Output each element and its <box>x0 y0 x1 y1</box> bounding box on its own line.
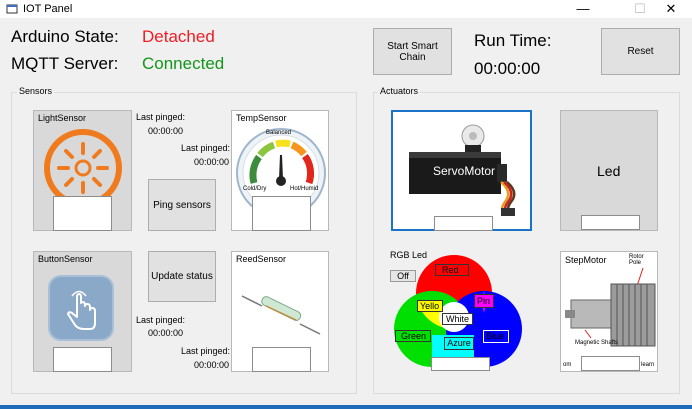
reset-button[interactable]: Reset <box>601 28 680 75</box>
button-sensor-tile[interactable]: ButtonSensor <box>33 251 132 372</box>
reed-switch-icon <box>241 295 321 335</box>
light-sensor-tile[interactable]: LightSensor <box>33 110 132 231</box>
rgb-green-button[interactable]: Green <box>395 330 431 342</box>
close-button[interactable]: ✕ <box>648 0 692 18</box>
rgb-pink-button[interactable]: Pin <box>474 294 494 308</box>
sun-icon <box>44 129 122 206</box>
ping-sensors-button[interactable]: Ping sensors <box>148 179 216 231</box>
arduino-state-value: Detached <box>142 27 215 46</box>
servo-motor-label: ServoMotor <box>433 164 496 178</box>
rgb-azure-button[interactable]: Azure <box>444 337 474 350</box>
reed-sensor-value-box <box>252 347 311 372</box>
step-annot-right: learn <box>641 362 655 368</box>
step-annot-left: om <box>563 362 572 368</box>
button-sensor-label: ButtonSensor <box>38 254 93 264</box>
bottom-border <box>0 405 692 409</box>
window-title: IOT Panel <box>23 3 73 15</box>
light-sensor-label: LightSensor <box>38 113 87 123</box>
actuators-group-title: Actuators <box>378 86 421 97</box>
servo-value-box <box>434 216 493 231</box>
light-last-pinged-label: Last pinged: <box>136 112 186 122</box>
button-last-pinged-label: Last pinged: <box>136 315 186 325</box>
sensors-group-title: Sensors <box>17 86 55 97</box>
step-motor-tile[interactable]: StepMotor Rotor Pole Magnetic Shafts om … <box>560 251 658 372</box>
button-last-pinged-value: 00:00:00 <box>148 328 184 338</box>
step-motor-label: StepMotor <box>565 255 607 265</box>
reed-sensor-tile[interactable]: ReedSensor <box>231 251 329 372</box>
reed-last-pinged-value: 00:00:00 <box>194 360 230 370</box>
title-bar: IOT Panel — ☐ ✕ <box>0 0 692 18</box>
led-label: Led <box>597 163 621 179</box>
temp-sensor-value-box <box>252 196 311 231</box>
light-sensor-value-box <box>53 196 112 231</box>
temp-last-pinged-label: Last pinged: <box>181 143 231 153</box>
rgb-white-button[interactable]: White <box>442 313 473 325</box>
run-time-value: 00:00:00 <box>474 59 541 78</box>
app-icon <box>6 4 18 14</box>
reed-last-pinged-label: Last pinged: <box>181 346 231 356</box>
gauge-right-label: Hot/Humid <box>290 186 319 192</box>
rgb-off-button[interactable]: Off <box>390 270 416 282</box>
rgb-blue-button[interactable]: Blue <box>483 330 509 343</box>
update-status-button[interactable]: Update status <box>148 251 216 302</box>
rgb-yellow-button[interactable]: Yello <box>417 300 443 312</box>
start-smart-chain-button[interactable]: Start Smart Chain <box>373 28 452 75</box>
touch-button-icon <box>48 275 114 341</box>
step-motor-value-box <box>581 356 640 371</box>
light-last-pinged-value: 00:00:00 <box>148 126 184 136</box>
run-time-label: Run Time: <box>474 31 552 50</box>
led-tile[interactable]: Led <box>560 110 658 231</box>
temp-sensor-tile[interactable]: TempSensor Balanced Cold/Dry Hot/Humid <box>231 110 329 231</box>
mqtt-server-label: MQTT Server: <box>11 54 119 73</box>
temp-last-pinged-value: 00:00:00 <box>194 157 230 167</box>
gauge-left-label: Cold/Dry <box>243 186 267 192</box>
rgb-red-button[interactable]: Red <box>435 264 469 276</box>
step-annot-shafts: Magnetic Shafts <box>575 340 619 346</box>
servo-motor-tile[interactable]: ServoMotor <box>391 110 532 231</box>
gauge-top-label: Balanced <box>266 130 292 136</box>
minimize-button[interactable]: — <box>560 0 606 18</box>
arduino-state-label: Arduino State: <box>11 27 119 46</box>
mqtt-server-value: Connected <box>142 54 225 73</box>
step-annot-rotor: Rotor Pole <box>629 254 644 266</box>
led-value-box <box>581 215 640 230</box>
button-sensor-value-box <box>53 347 112 372</box>
reed-sensor-label: ReedSensor <box>236 254 287 264</box>
rgb-value-box <box>431 357 490 371</box>
rgb-led-panel: RGB Led Off Red Yello Pin White Green Bl… <box>388 250 534 372</box>
